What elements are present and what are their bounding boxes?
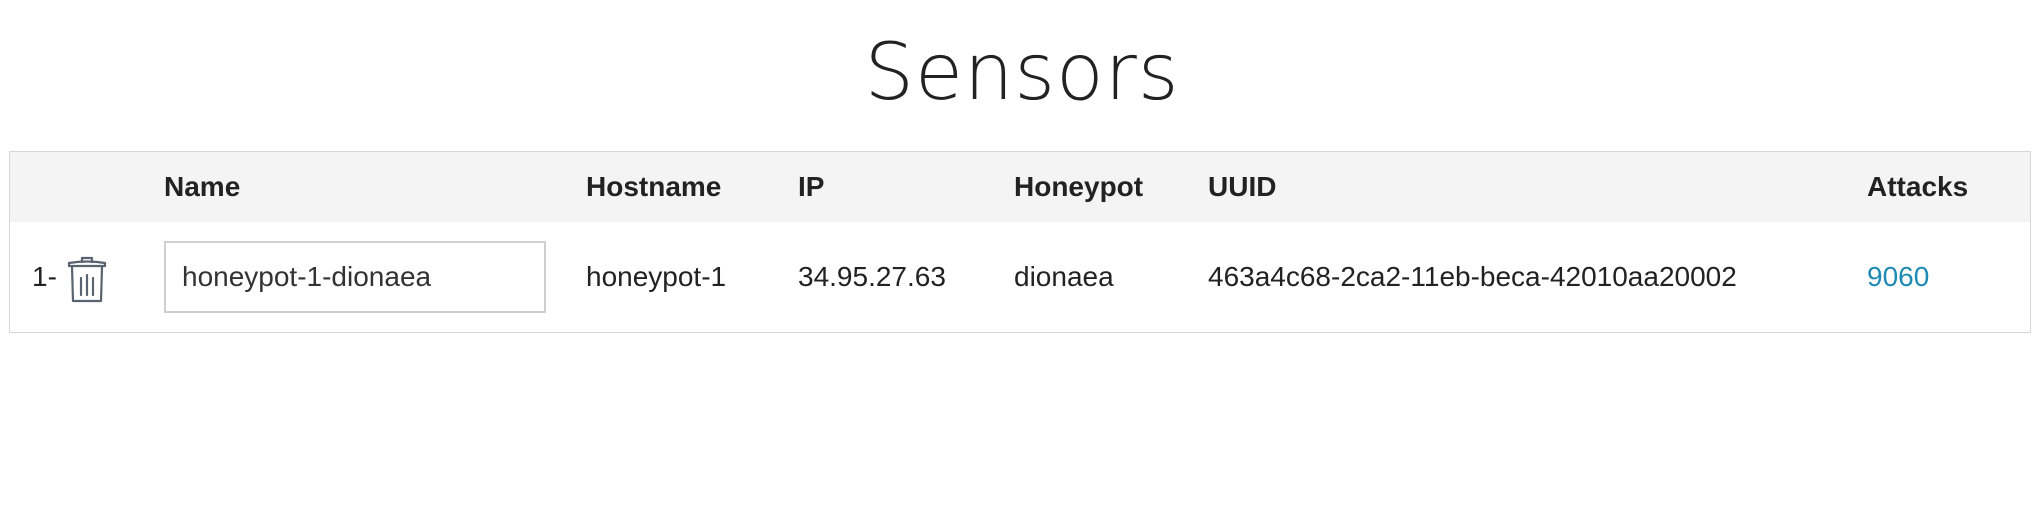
trash-icon[interactable] <box>64 254 110 304</box>
header-honeypot: Honeypot <box>1014 171 1144 202</box>
table-row: 1- honeypot-1 34.95. <box>10 222 2030 332</box>
header-ip: IP <box>798 171 825 202</box>
uuid-cell: 463a4c68-2ca2-11eb-beca-42010aa20002 <box>1208 261 1737 292</box>
attacks-cell: 9060 <box>1867 222 1929 332</box>
attacks-link[interactable]: 9060 <box>1867 261 1929 292</box>
header-attacks: Attacks <box>1867 171 1969 202</box>
row-index: 1- <box>32 261 57 292</box>
header-hostname: Hostname <box>586 171 722 202</box>
honeypot-cell: dionaea <box>1014 261 1114 292</box>
header-name: Name <box>164 171 241 202</box>
trash-icon-graphic <box>67 256 107 303</box>
sensor-name-input[interactable] <box>164 241 546 313</box>
table-header: Name Hostname IP Honeypot UUID Attacks <box>10 152 2030 222</box>
header-uuid: UUID <box>1208 171 1277 202</box>
sensors-table: Name Hostname IP Honeypot UUID Attacks 1… <box>9 151 2031 333</box>
page: Sensors Name Hostname IP Honeypot UUID A… <box>0 0 2044 532</box>
hostname-cell: honeypot-1 <box>586 261 727 292</box>
page-title: Sensors <box>864 28 1180 118</box>
ip-cell: 34.95.27.63 <box>798 261 946 292</box>
